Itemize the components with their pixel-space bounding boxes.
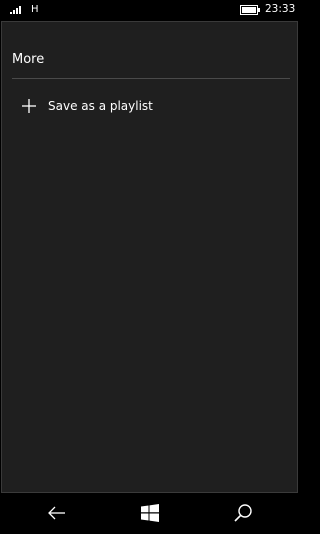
menu-item-label: Save as a playlist	[48, 99, 153, 113]
plus-icon	[22, 99, 36, 113]
status-bar: H 23:33	[0, 0, 300, 20]
search-icon[interactable]	[232, 502, 254, 524]
back-arrow-icon[interactable]	[46, 502, 68, 524]
network-type-label: H	[31, 4, 39, 15]
save-as-playlist-item[interactable]: Save as a playlist	[12, 94, 290, 120]
signal-bars-icon	[10, 6, 21, 14]
status-clock: 23:33	[265, 3, 296, 15]
navigation-bar	[0, 494, 300, 534]
battery-icon	[240, 5, 260, 15]
windows-logo-icon[interactable]	[139, 502, 161, 524]
title-divider	[12, 78, 290, 79]
panel-title: More	[12, 52, 45, 67]
more-panel: More Save as a playlist	[1, 21, 298, 493]
